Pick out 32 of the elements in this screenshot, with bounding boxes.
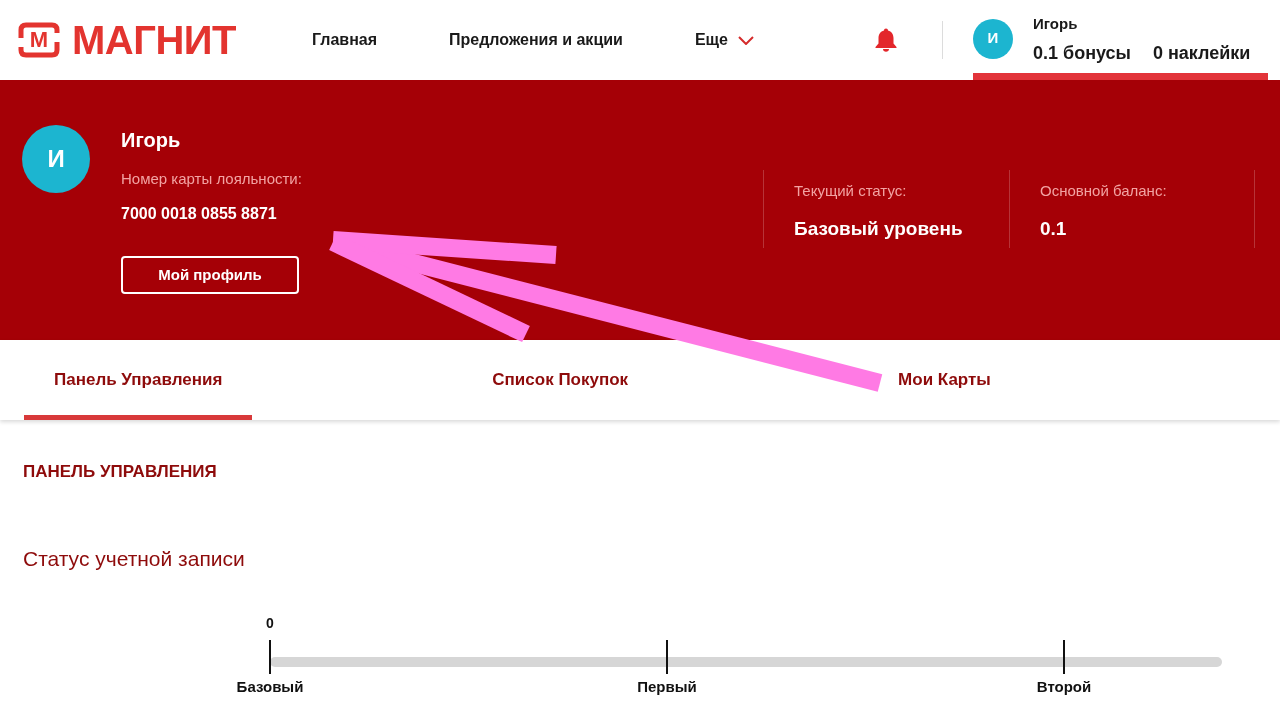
tab[interactable]: Панель Управления	[24, 340, 253, 420]
milestone-label: Первый	[637, 677, 697, 697]
nav-dropdown[interactable]: Еще	[694, 28, 754, 52]
logo-mark[interactable]: М	[18, 22, 60, 58]
stat-label: Основной баланс:	[1040, 181, 1168, 201]
profile-name: Игорь	[121, 128, 181, 152]
my-profile-button[interactable]: Мой профиль	[121, 256, 299, 294]
notifications-bell-icon[interactable]	[875, 28, 897, 52]
milestone-tick	[269, 640, 271, 674]
milestone-label: Базовый	[236, 677, 304, 697]
user-avatar: И	[973, 18, 1013, 59]
account-status-heading: Статус учетной записи	[23, 546, 246, 572]
logo-text[interactable]: МАГНИТ	[72, 20, 236, 60]
scale-reading: 0	[266, 615, 274, 631]
profile-avatar: И	[22, 125, 90, 193]
milestone-label: Второй	[1036, 677, 1092, 697]
stat-label: Текущий статус:	[794, 181, 908, 201]
tab[interactable]: Список Покупок	[462, 340, 659, 420]
stat-value: Базовый уровень	[794, 217, 964, 241]
card-number: 7000 0018 0855 8871	[121, 204, 277, 224]
nav-link[interactable]: Главная	[311, 28, 378, 52]
tab[interactable]: Мои Карты	[868, 340, 1021, 420]
chevron-down-icon	[737, 35, 754, 45]
user-name: Игорь	[1033, 13, 1079, 34]
sticker-count: 0 наклейки	[1152, 41, 1251, 64]
bonus-count: 0.1 бонусы	[1033, 41, 1131, 64]
card-number-label: Номер карты лояльности:	[121, 169, 302, 189]
milestone-tick	[666, 640, 668, 674]
milestone-tick	[1063, 640, 1065, 674]
dashboard-heading: ПАНЕЛЬ УПРАВЛЕНИЯ	[23, 461, 218, 483]
stat-value: 0.1	[1040, 217, 1068, 241]
nav-link[interactable]: Предложения и акции	[449, 28, 623, 52]
